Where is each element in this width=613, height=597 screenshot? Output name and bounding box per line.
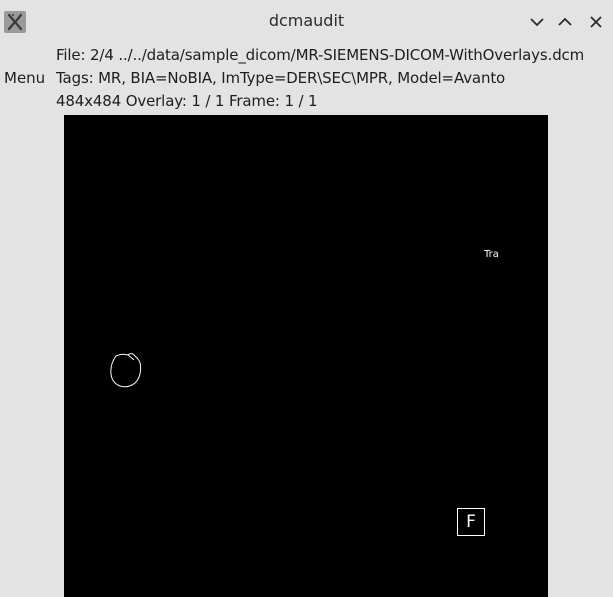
title-bar[interactable]: dcmaudit <box>0 0 613 44</box>
overlay-letter-box: F <box>457 508 485 536</box>
window-title: dcmaudit <box>268 11 345 30</box>
overlay-orientation-text: Tra <box>484 249 499 260</box>
tags-info-text: Tags: MR, BIA=NoBIA, ImType=DER\SEC\MPR,… <box>56 69 506 87</box>
image-viewer[interactable]: Tra F <box>64 115 548 597</box>
maximize-icon[interactable] <box>555 12 575 32</box>
file-info-text: File: 2/4 ../../data/sample_dicom/MR-SIE… <box>56 46 585 64</box>
app-window: dcmaudit Menu File: 2/4 ../../data/sampl… <box>0 0 613 597</box>
overlay-contour-shape <box>110 353 142 388</box>
close-icon[interactable] <box>586 12 606 32</box>
dims-info-text: 484x484 Overlay: 1 / 1 Frame: 1 / 1 <box>56 92 318 110</box>
minimize-icon[interactable] <box>527 12 547 32</box>
menu-button[interactable]: Menu <box>4 69 45 87</box>
